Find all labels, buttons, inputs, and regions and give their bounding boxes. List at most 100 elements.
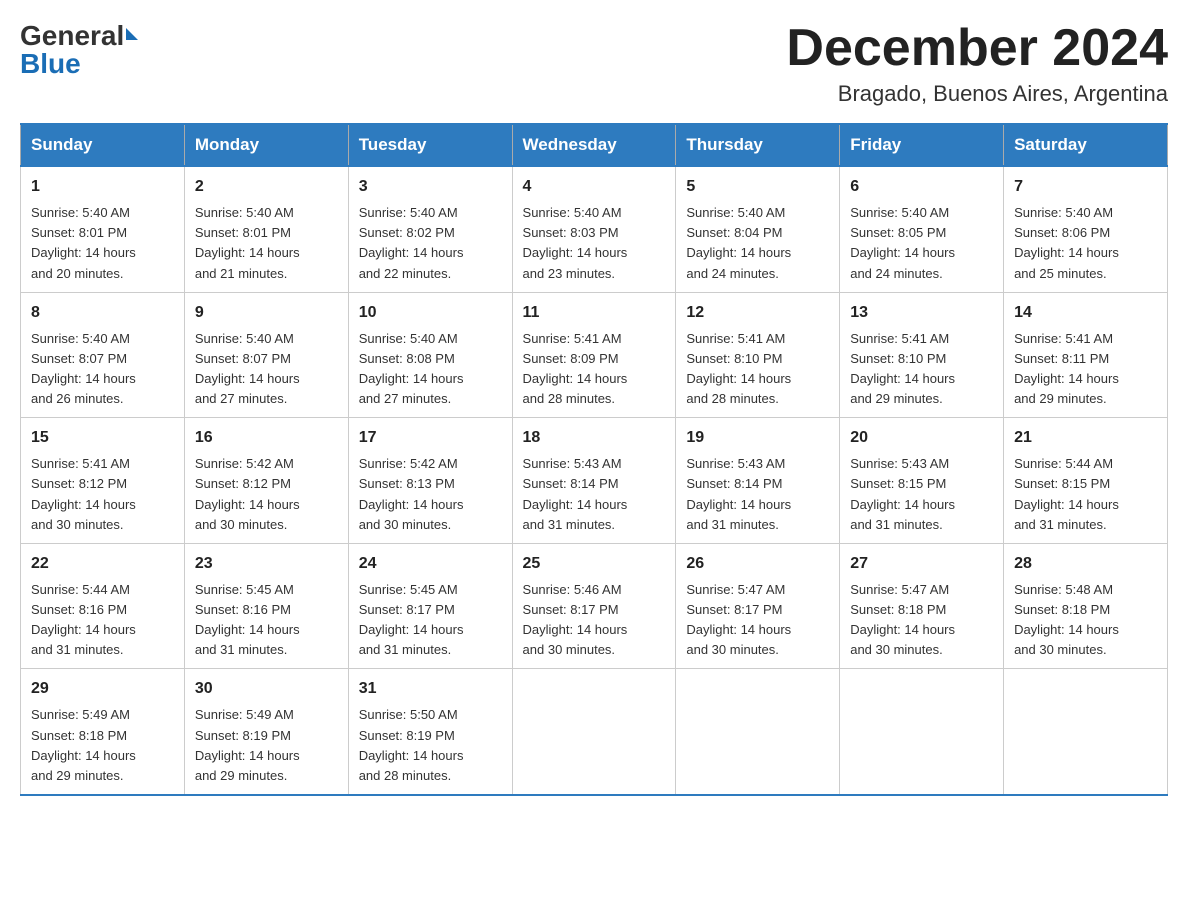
- title-block: December 2024 Bragado, Buenos Aires, Arg…: [786, 20, 1168, 107]
- daylight-label: Daylight: 14 hours: [359, 245, 464, 260]
- daylight-label: Daylight: 14 hours: [31, 748, 136, 763]
- day-number: 27: [850, 552, 993, 576]
- sunrise-label: Sunrise: 5:40 AM: [850, 205, 949, 220]
- day-info: Sunrise: 5:50 AM Sunset: 8:19 PM Dayligh…: [359, 705, 502, 786]
- table-row: 18 Sunrise: 5:43 AM Sunset: 8:14 PM Dayl…: [512, 418, 676, 544]
- daylight-label: Daylight: 14 hours: [523, 371, 628, 386]
- day-info: Sunrise: 5:48 AM Sunset: 8:18 PM Dayligh…: [1014, 580, 1157, 661]
- table-row: 20 Sunrise: 5:43 AM Sunset: 8:15 PM Dayl…: [840, 418, 1004, 544]
- table-row: 25 Sunrise: 5:46 AM Sunset: 8:17 PM Dayl…: [512, 543, 676, 669]
- sunset-label: Sunset: 8:16 PM: [31, 602, 127, 617]
- day-info: Sunrise: 5:43 AM Sunset: 8:15 PM Dayligh…: [850, 454, 993, 535]
- logo: General Blue: [20, 20, 138, 80]
- day-info: Sunrise: 5:44 AM Sunset: 8:16 PM Dayligh…: [31, 580, 174, 661]
- daylight-minutes: and 29 minutes.: [195, 768, 288, 783]
- daylight-minutes: and 22 minutes.: [359, 266, 452, 281]
- day-number: 11: [523, 301, 666, 325]
- table-row: 28 Sunrise: 5:48 AM Sunset: 8:18 PM Dayl…: [1004, 543, 1168, 669]
- table-row: 5 Sunrise: 5:40 AM Sunset: 8:04 PM Dayli…: [676, 166, 840, 292]
- daylight-label: Daylight: 14 hours: [359, 371, 464, 386]
- day-number: 16: [195, 426, 338, 450]
- sunset-label: Sunset: 8:01 PM: [31, 225, 127, 240]
- sunrise-label: Sunrise: 5:40 AM: [31, 205, 130, 220]
- daylight-label: Daylight: 14 hours: [1014, 245, 1119, 260]
- day-number: 10: [359, 301, 502, 325]
- day-info: Sunrise: 5:40 AM Sunset: 8:07 PM Dayligh…: [31, 329, 174, 410]
- header-sunday: Sunday: [21, 124, 185, 166]
- table-row: 23 Sunrise: 5:45 AM Sunset: 8:16 PM Dayl…: [184, 543, 348, 669]
- sunset-label: Sunset: 8:04 PM: [686, 225, 782, 240]
- sunrise-label: Sunrise: 5:49 AM: [31, 707, 130, 722]
- day-number: 21: [1014, 426, 1157, 450]
- day-number: 24: [359, 552, 502, 576]
- daylight-minutes: and 30 minutes.: [686, 642, 779, 657]
- daylight-minutes: and 31 minutes.: [31, 642, 124, 657]
- table-row: 30 Sunrise: 5:49 AM Sunset: 8:19 PM Dayl…: [184, 669, 348, 795]
- day-number: 6: [850, 175, 993, 199]
- daylight-label: Daylight: 14 hours: [850, 245, 955, 260]
- day-info: Sunrise: 5:40 AM Sunset: 8:06 PM Dayligh…: [1014, 203, 1157, 284]
- sunset-label: Sunset: 8:17 PM: [359, 602, 455, 617]
- daylight-label: Daylight: 14 hours: [523, 497, 628, 512]
- day-number: 30: [195, 677, 338, 701]
- sunset-label: Sunset: 8:06 PM: [1014, 225, 1110, 240]
- day-number: 4: [523, 175, 666, 199]
- calendar-header-row: Sunday Monday Tuesday Wednesday Thursday…: [21, 124, 1168, 166]
- day-number: 5: [686, 175, 829, 199]
- table-row: 19 Sunrise: 5:43 AM Sunset: 8:14 PM Dayl…: [676, 418, 840, 544]
- sunrise-label: Sunrise: 5:48 AM: [1014, 582, 1113, 597]
- sunset-label: Sunset: 8:11 PM: [1014, 351, 1109, 366]
- sunset-label: Sunset: 8:18 PM: [1014, 602, 1110, 617]
- day-number: 31: [359, 677, 502, 701]
- daylight-label: Daylight: 14 hours: [686, 371, 791, 386]
- day-info: Sunrise: 5:40 AM Sunset: 8:01 PM Dayligh…: [195, 203, 338, 284]
- table-row: 10 Sunrise: 5:40 AM Sunset: 8:08 PM Dayl…: [348, 292, 512, 418]
- sunset-label: Sunset: 8:07 PM: [195, 351, 291, 366]
- daylight-minutes: and 31 minutes.: [195, 642, 288, 657]
- table-row: 31 Sunrise: 5:50 AM Sunset: 8:19 PM Dayl…: [348, 669, 512, 795]
- table-row: 8 Sunrise: 5:40 AM Sunset: 8:07 PM Dayli…: [21, 292, 185, 418]
- daylight-minutes: and 30 minutes.: [359, 517, 452, 532]
- sunrise-label: Sunrise: 5:41 AM: [523, 331, 622, 346]
- daylight-minutes: and 26 minutes.: [31, 391, 124, 406]
- daylight-label: Daylight: 14 hours: [31, 622, 136, 637]
- table-row: [840, 669, 1004, 795]
- calendar-week-row: 29 Sunrise: 5:49 AM Sunset: 8:18 PM Dayl…: [21, 669, 1168, 795]
- day-info: Sunrise: 5:47 AM Sunset: 8:18 PM Dayligh…: [850, 580, 993, 661]
- sunrise-label: Sunrise: 5:41 AM: [850, 331, 949, 346]
- sunset-label: Sunset: 8:19 PM: [359, 728, 455, 743]
- daylight-label: Daylight: 14 hours: [359, 622, 464, 637]
- header-friday: Friday: [840, 124, 1004, 166]
- daylight-minutes: and 30 minutes.: [195, 517, 288, 532]
- day-number: 8: [31, 301, 174, 325]
- day-number: 9: [195, 301, 338, 325]
- day-info: Sunrise: 5:42 AM Sunset: 8:12 PM Dayligh…: [195, 454, 338, 535]
- day-info: Sunrise: 5:40 AM Sunset: 8:07 PM Dayligh…: [195, 329, 338, 410]
- table-row: 21 Sunrise: 5:44 AM Sunset: 8:15 PM Dayl…: [1004, 418, 1168, 544]
- daylight-label: Daylight: 14 hours: [195, 622, 300, 637]
- sunrise-label: Sunrise: 5:45 AM: [195, 582, 294, 597]
- sunrise-label: Sunrise: 5:41 AM: [1014, 331, 1113, 346]
- sunrise-label: Sunrise: 5:49 AM: [195, 707, 294, 722]
- table-row: 3 Sunrise: 5:40 AM Sunset: 8:02 PM Dayli…: [348, 166, 512, 292]
- daylight-minutes: and 29 minutes.: [1014, 391, 1107, 406]
- daylight-minutes: and 31 minutes.: [850, 517, 943, 532]
- calendar-week-row: 8 Sunrise: 5:40 AM Sunset: 8:07 PM Dayli…: [21, 292, 1168, 418]
- day-info: Sunrise: 5:40 AM Sunset: 8:03 PM Dayligh…: [523, 203, 666, 284]
- daylight-label: Daylight: 14 hours: [850, 622, 955, 637]
- sunset-label: Sunset: 8:18 PM: [850, 602, 946, 617]
- day-info: Sunrise: 5:41 AM Sunset: 8:09 PM Dayligh…: [523, 329, 666, 410]
- day-number: 17: [359, 426, 502, 450]
- table-row: [676, 669, 840, 795]
- daylight-label: Daylight: 14 hours: [195, 497, 300, 512]
- daylight-minutes: and 31 minutes.: [523, 517, 616, 532]
- daylight-minutes: and 29 minutes.: [31, 768, 124, 783]
- daylight-label: Daylight: 14 hours: [195, 245, 300, 260]
- day-number: 12: [686, 301, 829, 325]
- sunrise-label: Sunrise: 5:40 AM: [195, 331, 294, 346]
- page-header: General Blue December 2024 Bragado, Buen…: [20, 20, 1168, 107]
- table-row: 16 Sunrise: 5:42 AM Sunset: 8:12 PM Dayl…: [184, 418, 348, 544]
- table-row: 26 Sunrise: 5:47 AM Sunset: 8:17 PM Dayl…: [676, 543, 840, 669]
- day-info: Sunrise: 5:42 AM Sunset: 8:13 PM Dayligh…: [359, 454, 502, 535]
- day-info: Sunrise: 5:41 AM Sunset: 8:11 PM Dayligh…: [1014, 329, 1157, 410]
